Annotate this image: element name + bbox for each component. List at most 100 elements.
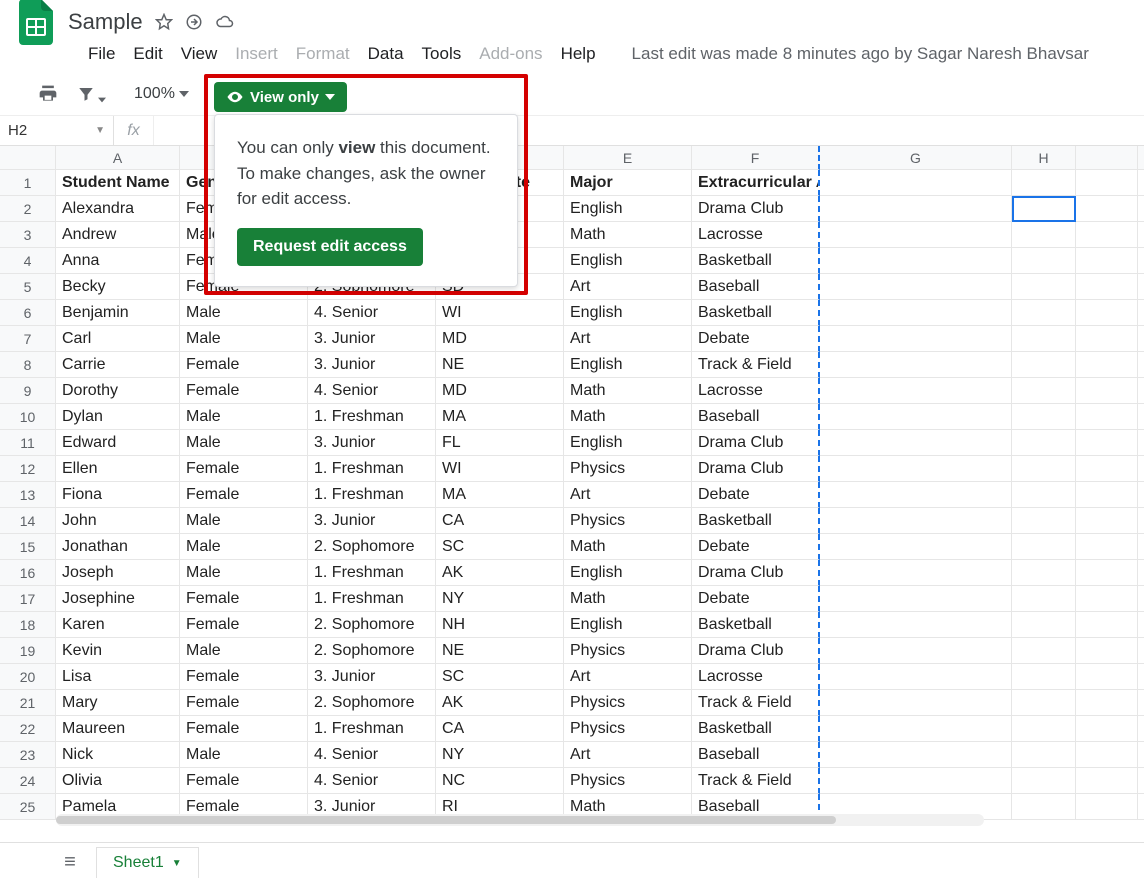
cell[interactable]: [1138, 352, 1144, 378]
cell[interactable]: 2. Sophomore: [308, 534, 436, 560]
name-box[interactable]: H2 ▼: [0, 116, 114, 145]
cell[interactable]: Olivia: [56, 768, 180, 794]
cell[interactable]: 3. Junior: [308, 664, 436, 690]
cell[interactable]: FL: [436, 430, 564, 456]
row-header[interactable]: 6: [0, 300, 56, 326]
cell[interactable]: Track & Field: [692, 768, 820, 794]
cell[interactable]: [1138, 716, 1144, 742]
row-header[interactable]: 9: [0, 378, 56, 404]
cell[interactable]: Fiona: [56, 482, 180, 508]
cell[interactable]: Drama Club: [692, 560, 820, 586]
cell[interactable]: [1076, 404, 1138, 430]
cell[interactable]: Physics: [564, 508, 692, 534]
cell[interactable]: SC: [436, 534, 564, 560]
cell[interactable]: [1076, 638, 1138, 664]
cell[interactable]: [1012, 274, 1076, 300]
cell[interactable]: CA: [436, 716, 564, 742]
cell[interactable]: Female: [180, 586, 308, 612]
cell[interactable]: [1012, 612, 1076, 638]
cell[interactable]: [820, 612, 1012, 638]
header-cell[interactable]: Major: [564, 170, 692, 196]
cell[interactable]: MA: [436, 404, 564, 430]
cell[interactable]: Female: [180, 716, 308, 742]
cell[interactable]: [820, 560, 1012, 586]
row-header[interactable]: 20: [0, 664, 56, 690]
cell[interactable]: [820, 274, 1012, 300]
menu-data[interactable]: Data: [368, 44, 404, 64]
cell[interactable]: 1. Freshman: [308, 586, 436, 612]
cell[interactable]: English: [564, 560, 692, 586]
menu-view[interactable]: View: [181, 44, 218, 64]
cell[interactable]: Lisa: [56, 664, 180, 690]
cell[interactable]: [1012, 638, 1076, 664]
cell[interactable]: Baseball: [692, 742, 820, 768]
cell[interactable]: Female: [180, 482, 308, 508]
cell[interactable]: Basketball: [692, 612, 820, 638]
cell[interactable]: Anna: [56, 248, 180, 274]
select-all-corner[interactable]: [0, 146, 56, 170]
row-header[interactable]: 13: [0, 482, 56, 508]
cell[interactable]: Basketball: [692, 300, 820, 326]
cloud-icon[interactable]: [215, 13, 235, 31]
column-header[interactable]: [1138, 146, 1144, 170]
row-header[interactable]: 12: [0, 456, 56, 482]
cell[interactable]: [1012, 508, 1076, 534]
menu-file[interactable]: File: [88, 44, 115, 64]
row-header[interactable]: 1: [0, 170, 56, 196]
header-cell[interactable]: Student Name: [56, 170, 180, 196]
cell[interactable]: [1076, 612, 1138, 638]
cell[interactable]: [1076, 794, 1138, 820]
cell[interactable]: [1076, 742, 1138, 768]
cell[interactable]: [1012, 248, 1076, 274]
cell[interactable]: Mary: [56, 690, 180, 716]
cell[interactable]: [820, 534, 1012, 560]
cell[interactable]: [1012, 352, 1076, 378]
cell[interactable]: [1076, 222, 1138, 248]
cell[interactable]: [1138, 482, 1144, 508]
cell[interactable]: SC: [436, 664, 564, 690]
cell[interactable]: [1076, 534, 1138, 560]
cell[interactable]: [1012, 378, 1076, 404]
document-title[interactable]: Sample: [64, 9, 143, 35]
cell[interactable]: Female: [180, 456, 308, 482]
row-header[interactable]: 24: [0, 768, 56, 794]
cell[interactable]: [1076, 560, 1138, 586]
cell[interactable]: [1138, 170, 1144, 196]
column-header[interactable]: G: [820, 146, 1012, 170]
cell[interactable]: Art: [564, 482, 692, 508]
cell[interactable]: Baseball: [692, 404, 820, 430]
cell[interactable]: AK: [436, 560, 564, 586]
cell[interactable]: 4. Senior: [308, 300, 436, 326]
cell[interactable]: [1076, 768, 1138, 794]
cell[interactable]: MD: [436, 378, 564, 404]
cell[interactable]: Debate: [692, 326, 820, 352]
cell[interactable]: [820, 222, 1012, 248]
cell[interactable]: Male: [180, 560, 308, 586]
cell[interactable]: Dorothy: [56, 378, 180, 404]
cell[interactable]: [1012, 716, 1076, 742]
row-header[interactable]: 17: [0, 586, 56, 612]
cell[interactable]: English: [564, 300, 692, 326]
row-header[interactable]: 2: [0, 196, 56, 222]
cell[interactable]: [1076, 508, 1138, 534]
cell[interactable]: [1012, 222, 1076, 248]
header-cell[interactable]: Extracurricular Activity: [692, 170, 820, 196]
cell[interactable]: Maureen: [56, 716, 180, 742]
cell[interactable]: Lacrosse: [692, 664, 820, 690]
sheet-tab[interactable]: Sheet1 ▼: [96, 847, 199, 878]
cell[interactable]: NH: [436, 612, 564, 638]
zoom-dropdown[interactable]: 100%: [134, 85, 189, 103]
row-header[interactable]: 19: [0, 638, 56, 664]
cell[interactable]: [1012, 560, 1076, 586]
cell[interactable]: Carrie: [56, 352, 180, 378]
cell[interactable]: English: [564, 612, 692, 638]
cell[interactable]: Lacrosse: [692, 378, 820, 404]
cell[interactable]: 4. Senior: [308, 378, 436, 404]
menu-edit[interactable]: Edit: [133, 44, 162, 64]
cell[interactable]: Debate: [692, 482, 820, 508]
cell[interactable]: [820, 430, 1012, 456]
cell[interactable]: WI: [436, 456, 564, 482]
cell[interactable]: 1. Freshman: [308, 404, 436, 430]
row-header[interactable]: 23: [0, 742, 56, 768]
cell[interactable]: 1. Freshman: [308, 482, 436, 508]
